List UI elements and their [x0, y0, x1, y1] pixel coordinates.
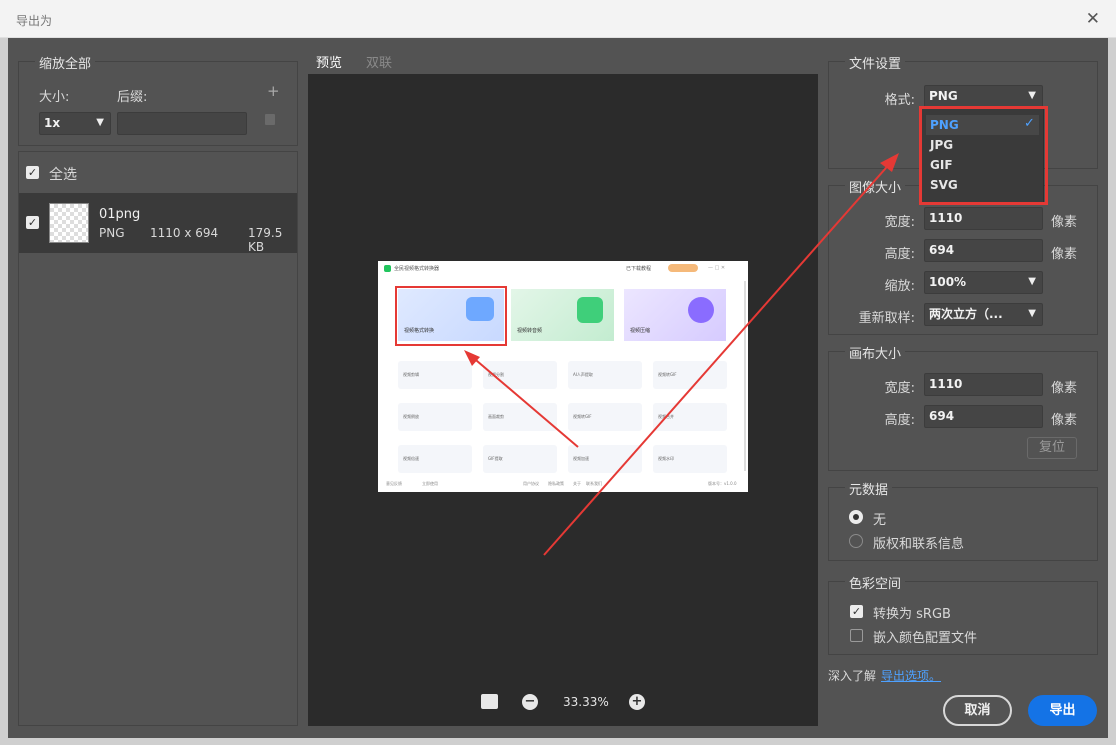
annotation-arrow-line-2 — [469, 354, 579, 448]
annotation-arrows — [464, 153, 899, 556]
annotation-arrow-head-2 — [464, 350, 480, 366]
annotation-arrow-head-1 — [880, 153, 899, 172]
annotation-arrow-line-1 — [543, 159, 894, 556]
